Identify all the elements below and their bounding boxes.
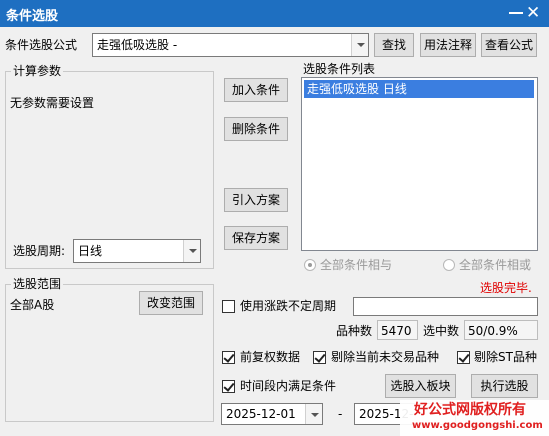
import-plan-button[interactable]: 引入方案 [224, 188, 288, 212]
logic-and-radio[interactable] [304, 259, 316, 271]
uncertain-period-checkbox[interactable] [222, 300, 235, 313]
delete-condition-button[interactable]: 删除条件 [224, 117, 288, 141]
formula-select[interactable]: 走强低吸选股 - [92, 33, 369, 57]
selected-label: 选中数 [423, 324, 460, 338]
start-date-value: 2025-12-01 [226, 407, 296, 421]
pre-adjust-label: 前复权数据 [240, 350, 301, 364]
count-field: 5470 [377, 320, 418, 340]
condition-list-title: 选股条件列表 [303, 62, 376, 76]
add-to-block-button[interactable]: 选股入板块 [385, 374, 456, 398]
save-plan-button[interactable]: 保存方案 [224, 226, 288, 250]
pre-adjust-checkbox[interactable] [222, 351, 235, 364]
exclude-non-trading-label: 剔除当前未交易品种 [331, 350, 440, 364]
execute-button[interactable]: 执行选股 [471, 374, 538, 398]
time-range-label: 时间段内满足条件 [240, 379, 337, 393]
range-group-title: 选股范围 [11, 276, 64, 292]
usage-notes-button[interactable]: 用法注释 [420, 33, 476, 57]
count-value: 5470 [381, 324, 412, 338]
watermark-url: www.goodgongshi.com [412, 420, 543, 431]
minimize-icon[interactable] [509, 12, 523, 14]
logic-and-label: 全部条件相与 [320, 258, 393, 272]
condition-list[interactable]: 走强低吸选股 日线 [301, 77, 538, 251]
exclude-non-trading-checkbox[interactable] [313, 351, 326, 364]
status-text: 选股完毕. [480, 281, 532, 295]
exclude-st-checkbox[interactable] [457, 351, 470, 364]
logic-or-label: 全部条件相或 [459, 258, 532, 272]
uncertain-period-label: 使用涨跌不定周期 [240, 299, 337, 313]
params-group-title: 计算参数 [11, 63, 64, 79]
period-select-value: 日线 [78, 244, 103, 258]
watermark-text: 好公式网版权所有 [414, 402, 526, 418]
logic-or-radio[interactable] [443, 259, 455, 271]
selected-field: 50/0.9% [464, 320, 538, 340]
formula-select-value: 走强低吸选股 - [97, 38, 178, 52]
change-range-button[interactable]: 改变范围 [139, 291, 203, 315]
view-formula-button[interactable]: 查看公式 [481, 33, 537, 57]
count-label: 品种数 [336, 324, 373, 338]
time-range-checkbox[interactable] [222, 380, 235, 393]
title-bar: 条件选股 ✕ [0, 0, 549, 27]
date-separator: - [338, 407, 343, 421]
add-condition-button[interactable]: 加入条件 [224, 78, 288, 102]
chevron-down-icon[interactable] [183, 240, 200, 262]
window-title: 条件选股 [6, 9, 59, 24]
close-icon[interactable]: ✕ [526, 3, 540, 23]
selected-value: 50/0.9% [468, 324, 518, 338]
chevron-down-icon[interactable] [305, 404, 322, 424]
find-button[interactable]: 查找 [374, 33, 414, 57]
formula-label: 条件选股公式 [5, 38, 78, 52]
chevron-down-icon[interactable] [351, 34, 368, 56]
start-date-picker[interactable]: 2025-12-01 [221, 403, 323, 425]
exclude-st-label: 剔除ST品种 [474, 350, 537, 364]
range-value: 全部A股 [10, 298, 55, 312]
list-item[interactable]: 走强低吸选股 日线 [304, 80, 534, 98]
period-select[interactable]: 日线 [73, 239, 201, 263]
period-label: 选股周期: [13, 244, 66, 258]
uncertain-period-input[interactable] [353, 297, 538, 316]
no-params-text: 无参数需要设置 [10, 96, 95, 110]
